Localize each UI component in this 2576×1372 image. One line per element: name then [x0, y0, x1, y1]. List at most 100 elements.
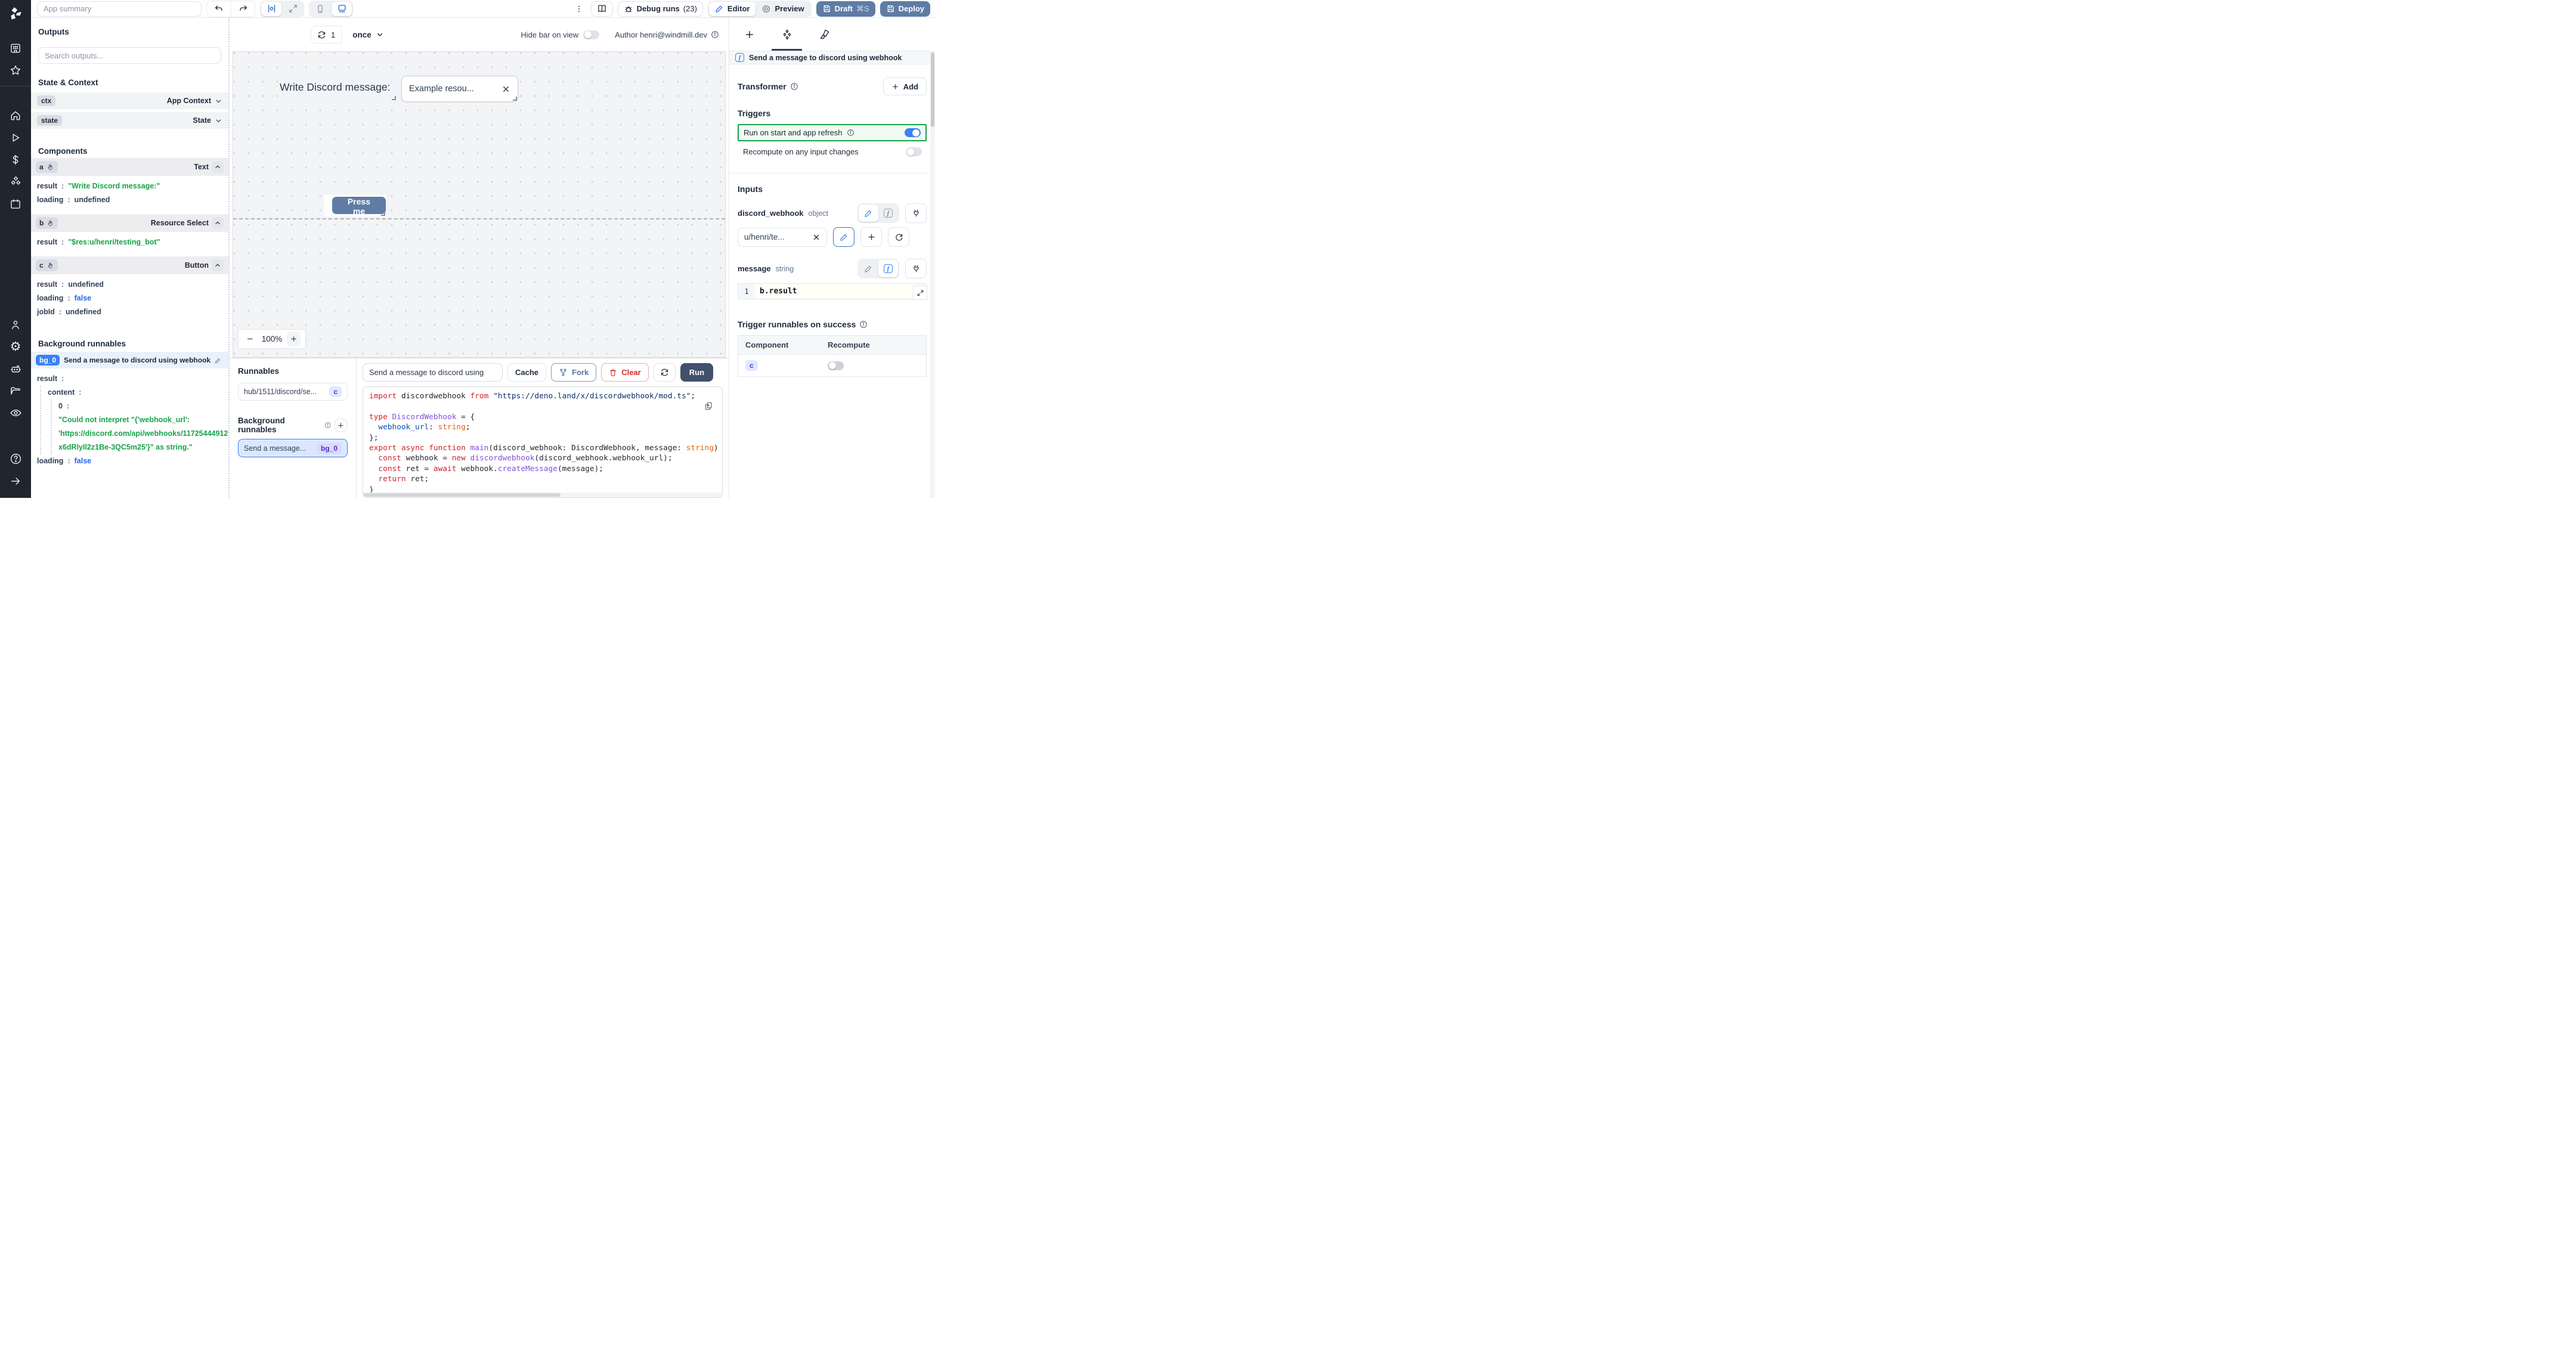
pencil-icon — [865, 265, 872, 272]
state-context-title: State & Context — [38, 78, 98, 87]
canvas-zoom-control: − 100% + — [238, 329, 306, 349]
refresh-count-chip[interactable]: 1 — [311, 26, 342, 44]
variables-dollar-icon[interactable] — [5, 148, 26, 171]
copy-code-icon[interactable] — [704, 401, 714, 411]
more-options-kebab-icon[interactable] — [572, 2, 586, 16]
runnable-name-input[interactable] — [363, 363, 503, 382]
resources-cubes-icon[interactable] — [5, 171, 26, 193]
home-icon[interactable] — [5, 104, 26, 126]
center-align-toggle[interactable] — [261, 1, 281, 16]
cache-button[interactable]: Cache — [507, 363, 547, 382]
bg0-row[interactable]: bg_0 Send a message to discord using web… — [31, 352, 228, 368]
vertical-scrollbar[interactable] — [930, 51, 935, 498]
zoom-in-button[interactable]: + — [287, 332, 301, 346]
tab-styling-brush[interactable] — [806, 18, 843, 51]
expand-editor-icon[interactable] — [913, 286, 927, 300]
workers-robot-icon[interactable] — [5, 358, 26, 380]
resize-handle[interactable] — [392, 96, 396, 100]
desktop-view-toggle[interactable] — [332, 1, 352, 16]
favorites-star-icon[interactable] — [5, 59, 26, 81]
settings-gear-icon[interactable]: ⚙ — [5, 336, 26, 358]
function-icon: f — [735, 53, 744, 62]
resource-value-chip[interactable]: u/henri/te... — [738, 227, 827, 247]
user-icon[interactable] — [5, 314, 26, 336]
resource-value: u/henri/te... — [744, 233, 785, 241]
tab-insert-component[interactable] — [730, 18, 768, 51]
help-icon[interactable] — [5, 448, 26, 470]
component-c-header[interactable]: c Button — [31, 256, 228, 274]
draft-shortcut: ⌘S — [856, 4, 869, 13]
runnable-item[interactable]: hub/1511/discord/se... c — [238, 383, 348, 401]
button-component-cell[interactable]: Press me — [324, 195, 386, 216]
deploy-button[interactable]: Deploy — [880, 1, 930, 17]
message-expression-editor[interactable]: 1 b.result — [738, 283, 927, 300]
tab-preview[interactable]: Preview — [756, 2, 810, 16]
column-recompute: Recompute — [828, 340, 870, 349]
draft-button[interactable]: Draft ⌘S — [816, 1, 875, 17]
mobile-view-toggle[interactable] — [310, 2, 330, 16]
runnable-path: hub/1511/discord/se... — [244, 388, 317, 396]
docs-book-button[interactable] — [590, 1, 613, 17]
static-mode-pencil-button[interactable] — [859, 205, 878, 222]
pencil-icon — [840, 234, 847, 241]
clear-selection-x-icon[interactable] — [501, 85, 510, 94]
fork-button[interactable]: Fork — [551, 363, 597, 382]
refresh-code-button[interactable] — [653, 363, 676, 382]
eval-mode-function-button[interactable]: f — [878, 260, 898, 277]
add-resource-button[interactable] — [860, 227, 882, 247]
component-b-header[interactable]: b Resource Select — [31, 214, 228, 232]
chevron-down-icon — [216, 99, 221, 103]
code-line: }; — [369, 433, 379, 442]
eval-mode-function-button[interactable]: f — [878, 205, 898, 222]
ctx-row[interactable]: ctx App Context — [31, 92, 228, 109]
state-type-label: State — [193, 116, 211, 125]
tab-component-settings[interactable] — [768, 18, 806, 51]
app-canvas[interactable]: Write Discord message: Example resou... … — [233, 51, 726, 358]
tab-editor[interactable]: Editor — [708, 1, 756, 16]
refresh-resource-button[interactable] — [888, 227, 909, 247]
code-line: const ret = await webhook.createMessage(… — [378, 464, 603, 473]
search-outputs-input[interactable] — [38, 47, 221, 64]
horizontal-scrollbar[interactable] — [363, 493, 722, 497]
resource-select-component[interactable]: Example resou... — [401, 76, 518, 102]
windmill-logo-icon[interactable] — [8, 6, 23, 21]
text-component[interactable]: Write Discord message: — [278, 74, 397, 101]
connect-plug-button[interactable] — [905, 203, 927, 223]
run-on-start-toggle[interactable] — [905, 128, 921, 137]
hide-bar-toggle[interactable] — [583, 30, 600, 39]
info-icon[interactable] — [711, 30, 719, 39]
refresh-icon — [318, 31, 326, 38]
redo-button[interactable] — [231, 1, 255, 17]
plus-icon — [892, 83, 898, 89]
clear-button[interactable]: Clear — [601, 363, 649, 382]
zoom-out-button[interactable]: − — [243, 332, 257, 346]
clear-resource-x-icon[interactable] — [812, 233, 821, 241]
debug-runs-button[interactable]: Debug runs (23) — [617, 1, 703, 17]
static-mode-pencil-button[interactable] — [859, 260, 878, 277]
workspace-icon[interactable] — [5, 37, 26, 59]
state-row[interactable]: state State — [31, 112, 228, 129]
schedules-calendar-icon[interactable] — [5, 193, 26, 215]
edit-resource-pencil-button[interactable] — [833, 227, 854, 247]
collapse-arrow-icon[interactable] — [5, 470, 26, 492]
app-summary-input[interactable] — [37, 1, 202, 17]
folders-icon[interactable] — [5, 380, 26, 402]
refresh-interval-dropdown[interactable]: once — [348, 30, 389, 39]
recompute-toggle[interactable] — [906, 147, 922, 156]
background-runnable-item-selected[interactable]: Send a message... bg_0 — [238, 439, 348, 457]
connect-plug-button[interactable] — [905, 259, 927, 278]
resize-handle[interactable] — [513, 97, 517, 101]
code-editor[interactable]: import discordwebhook from "https://deno… — [363, 386, 723, 498]
add-background-runnable-button[interactable] — [333, 418, 348, 432]
component-a-header[interactable]: a Text — [31, 158, 228, 176]
row-recompute-toggle[interactable] — [828, 361, 844, 370]
press-me-button[interactable]: Press me — [332, 197, 386, 216]
add-transformer-button[interactable]: Add — [883, 78, 927, 95]
undo-button[interactable] — [207, 1, 231, 17]
run-button[interactable]: Run — [680, 363, 714, 382]
resize-handle[interactable] — [381, 212, 385, 216]
audit-eye-icon[interactable] — [5, 402, 26, 424]
expand-canvas-toggle[interactable] — [283, 2, 303, 16]
edit-pencil-icon[interactable] — [215, 357, 221, 364]
runs-play-icon[interactable] — [5, 126, 26, 148]
